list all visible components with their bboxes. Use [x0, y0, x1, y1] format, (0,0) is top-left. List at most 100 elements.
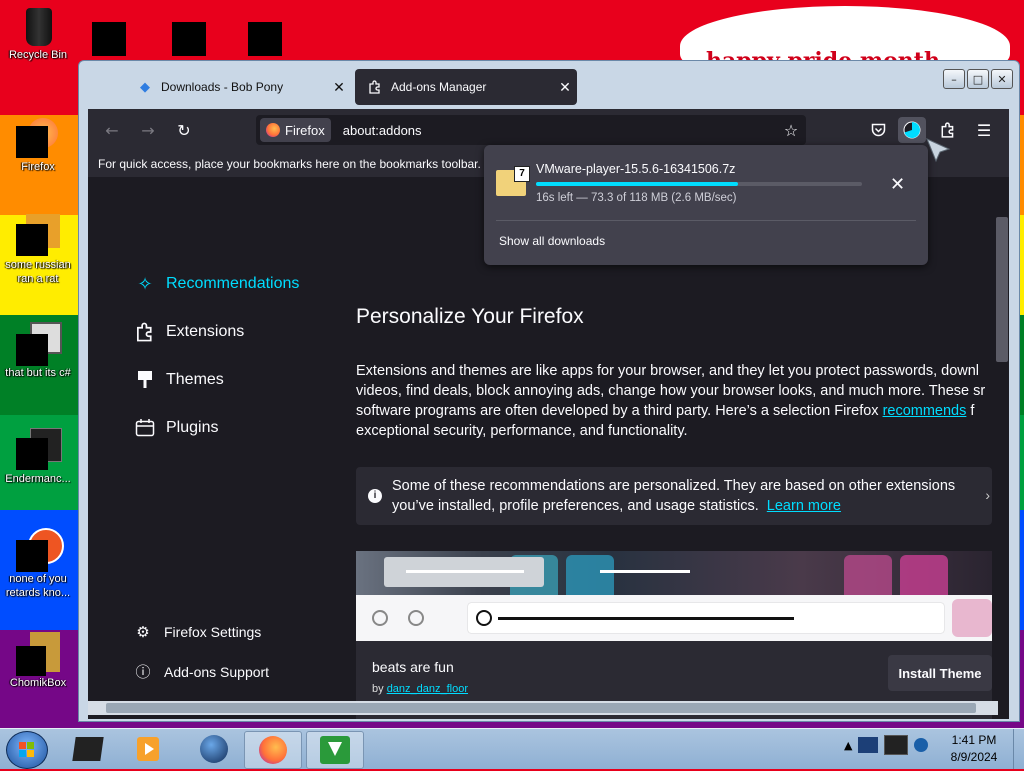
- app-icon: [16, 428, 62, 472]
- downloads-panel: 7 VMware-player-15.5.6-16341506.7z 16s l…: [484, 145, 928, 265]
- taskbar: ▲ 1:41 PM 8/9/2024: [0, 728, 1024, 769]
- minimize-button[interactable]: –: [943, 69, 965, 89]
- sidebar-addons-support[interactable]: ⓘ Add-ons Support: [134, 661, 269, 682]
- page-description: Extensions and themes are like apps for …: [356, 363, 986, 439]
- horizontal-scrollbar[interactable]: [88, 701, 998, 715]
- app-icon: [16, 322, 62, 366]
- tab-downloads-bob-pony[interactable]: ◆ Downloads - Bob Pony ✕: [125, 69, 351, 105]
- reload-button[interactable]: ↻: [170, 117, 198, 143]
- sidebar-firefox-settings[interactable]: ⚙ Firefox Settings: [134, 623, 261, 641]
- brush-icon: [134, 369, 156, 391]
- sidebar-item-themes[interactable]: Themes: [134, 369, 224, 391]
- taskbar-globe[interactable]: [186, 731, 242, 767]
- tab-addons-manager[interactable]: Add-ons Manager ✕: [355, 69, 577, 105]
- recommends-link[interactable]: recommends: [883, 403, 967, 419]
- theme-name: beats are fun: [372, 659, 454, 675]
- tray-app-icon[interactable]: [858, 737, 879, 753]
- taskbar-firefox[interactable]: [244, 731, 302, 769]
- download-filename[interactable]: VMware-player-15.5.6-16341506.7z: [536, 162, 735, 176]
- globe-icon: [200, 735, 228, 763]
- desktop-icon-top[interactable]: [92, 22, 126, 56]
- desktop-icon-chomikbox[interactable]: ChomikBox: [0, 632, 76, 690]
- taskbar-download-manager[interactable]: [306, 731, 364, 769]
- scrollbar-thumb[interactable]: [996, 217, 1008, 362]
- close-tab-icon[interactable]: ✕: [327, 79, 351, 96]
- app-menu-button[interactable]: ☰: [970, 117, 998, 143]
- hamburger-icon: ☰: [976, 120, 992, 140]
- bookmark-star-icon[interactable]: ☆: [776, 121, 806, 140]
- sidebar-item-extensions[interactable]: Extensions: [134, 321, 244, 343]
- start-button[interactable]: [6, 731, 48, 769]
- taskbar-clock[interactable]: 1:41 PM 8/9/2024: [934, 732, 1014, 766]
- preview-line: [406, 570, 524, 573]
- install-theme-button[interactable]: Install Theme: [888, 655, 992, 691]
- theme-author-line: by danz_danz_floor: [372, 683, 469, 695]
- show-desktop-button[interactable]: [1013, 729, 1024, 769]
- url-text[interactable]: about:addons: [343, 123, 776, 138]
- close-window-button[interactable]: ✕: [991, 69, 1013, 89]
- plugin-icon: [134, 417, 156, 439]
- divider: [496, 220, 916, 221]
- firefox-icon: [259, 736, 287, 764]
- desktop-icon-top[interactable]: [172, 22, 206, 56]
- sidebar-item-plugins[interactable]: Plugins: [134, 417, 218, 439]
- download-status: 16s left — 73.3 of 118 MB (2.6 MB/sec): [536, 192, 737, 204]
- puzzle-icon: [367, 79, 383, 95]
- desktop-icon-endermanch[interactable]: Endermanc...: [0, 428, 76, 486]
- desktop-icon-csharp[interactable]: that but its c#: [0, 322, 76, 380]
- download-manager-icon: [320, 736, 350, 764]
- download-progress-fill: [536, 182, 739, 186]
- download-progress-bar: [536, 182, 862, 186]
- personalization-notice: i Some of these recommendations are pers…: [356, 467, 992, 525]
- pocket-button[interactable]: [864, 117, 892, 143]
- forward-button[interactable]: →: [134, 117, 162, 143]
- tray-app-icon[interactable]: [914, 738, 929, 752]
- theme-preview[interactable]: [356, 551, 992, 641]
- preview-dot: [408, 610, 424, 626]
- firefox-icon: [16, 116, 60, 160]
- media-player-icon: [137, 737, 159, 761]
- preview-dot: [476, 610, 492, 626]
- title-bar[interactable]: ◆ Downloads - Bob Pony ✕ Add-ons Manager…: [79, 61, 1019, 109]
- maximize-button[interactable]: □: [967, 69, 989, 89]
- taskbar-media-player[interactable]: [120, 731, 176, 767]
- recycle-bin-icon: [16, 4, 60, 48]
- theme-author-link[interactable]: danz_danz_floor: [387, 683, 468, 695]
- desktop-icon-recycle-bin[interactable]: Recycle Bin: [0, 4, 76, 62]
- puzzle-icon: [134, 321, 156, 343]
- sparkle-icon: ✧: [137, 273, 153, 294]
- preview-urlbar: [468, 603, 944, 633]
- downloads-button[interactable]: [898, 117, 926, 143]
- preview-line: [498, 617, 794, 620]
- arrow-right-icon: →: [141, 120, 155, 140]
- app-icon: [16, 214, 60, 258]
- desktop-icon-none-of-you[interactable]: none of you retards kno...: [0, 528, 76, 600]
- url-bar[interactable]: Firefox about:addons ☆: [256, 115, 806, 145]
- tray-app-icon[interactable]: [884, 735, 909, 755]
- tray-expand-icon[interactable]: ▲: [844, 739, 852, 752]
- identity-box[interactable]: Firefox: [260, 118, 331, 142]
- vertical-scrollbar[interactable]: [995, 177, 1009, 719]
- sidebar-item-recommendations[interactable]: ✧ Recommendations: [134, 273, 299, 295]
- site-icon: ◆: [140, 79, 150, 94]
- desktop-icon-top[interactable]: [248, 22, 282, 56]
- scrollbar-thumb[interactable]: [106, 703, 976, 713]
- cancel-download-button[interactable]: ✕: [890, 174, 905, 195]
- back-button[interactable]: ←: [98, 117, 126, 143]
- show-all-downloads-button[interactable]: Show all downloads: [499, 234, 605, 248]
- preview-tile: [952, 599, 992, 637]
- taskbar-app[interactable]: [60, 731, 116, 767]
- close-tab-icon[interactable]: ✕: [553, 79, 577, 96]
- preview-dot: [372, 610, 388, 626]
- puzzle-icon: [941, 122, 954, 138]
- chevron-right-icon: ›: [985, 487, 990, 503]
- download-progress-icon: [903, 121, 921, 139]
- system-tray: ▲: [844, 735, 929, 755]
- page-title: Personalize Your Firefox: [356, 305, 584, 328]
- preview-line: [600, 570, 690, 573]
- learn-more-link[interactable]: Learn more: [767, 498, 841, 514]
- firefox-logo-icon: [266, 123, 280, 137]
- desktop-icon-russian-rat[interactable]: some russian ran a rat: [0, 214, 76, 286]
- desktop-icon-firefox[interactable]: Firefox: [0, 116, 76, 174]
- archive-file-icon: 7: [496, 166, 530, 196]
